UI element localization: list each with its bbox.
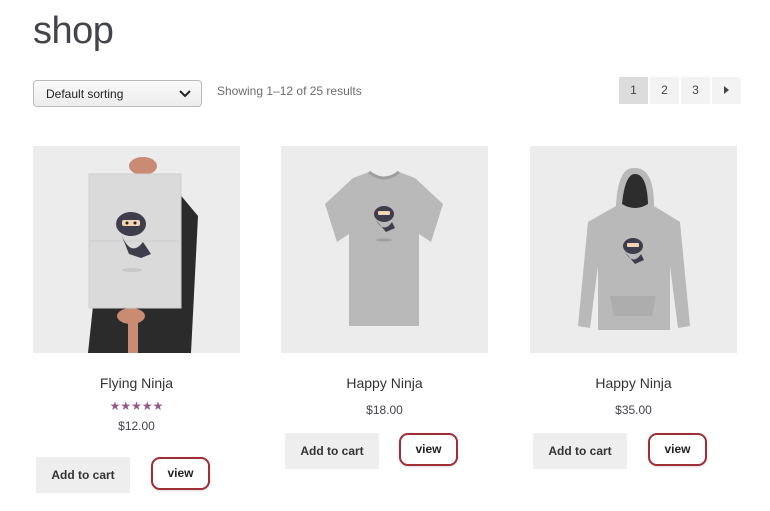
caret-right-icon: [723, 86, 729, 94]
hoodie-illustration: [530, 146, 737, 353]
chevron-down-icon: [179, 90, 191, 98]
pagination: 1 2 3: [619, 77, 741, 104]
sorting-select-value: Default sorting: [46, 87, 124, 101]
page-3-button[interactable]: 3: [681, 77, 710, 104]
product-title[interactable]: Happy Ninja: [530, 375, 737, 391]
tshirt-illustration: [281, 146, 488, 353]
product-card: Happy Ninja $18.00: [281, 146, 488, 417]
add-to-cart-button[interactable]: Add to cart: [36, 457, 130, 493]
product-image-tshirt[interactable]: [281, 146, 488, 353]
page-title: shop: [33, 10, 114, 52]
add-to-cart-button[interactable]: Add to cart: [533, 433, 627, 469]
view-button[interactable]: view: [399, 433, 458, 466]
result-count: Showing 1–12 of 25 results: [217, 84, 362, 98]
add-to-cart-button[interactable]: Add to cart: [285, 433, 379, 469]
product-price: $35.00: [615, 403, 652, 417]
product-price: $12.00: [118, 419, 155, 433]
page-2-button[interactable]: 2: [650, 77, 679, 104]
product-price: $18.00: [366, 403, 403, 417]
view-button[interactable]: view: [648, 433, 707, 466]
product-card: Happy Ninja $35.00: [530, 146, 737, 417]
product-image-hoodie[interactable]: [530, 146, 737, 353]
star-rating: ★★★★★: [109, 399, 164, 413]
page-1-button[interactable]: 1: [619, 77, 648, 104]
sorting-select[interactable]: Default sorting: [33, 80, 202, 107]
poster-illustration: [33, 146, 240, 353]
next-page-button[interactable]: [712, 77, 741, 104]
product-image-poster[interactable]: [33, 146, 240, 353]
product-title[interactable]: Happy Ninja: [281, 375, 488, 391]
view-button[interactable]: view: [151, 457, 210, 490]
product-card: Flying Ninja ★★★★★ $12.00: [33, 146, 240, 433]
product-title[interactable]: Flying Ninja: [33, 375, 240, 391]
